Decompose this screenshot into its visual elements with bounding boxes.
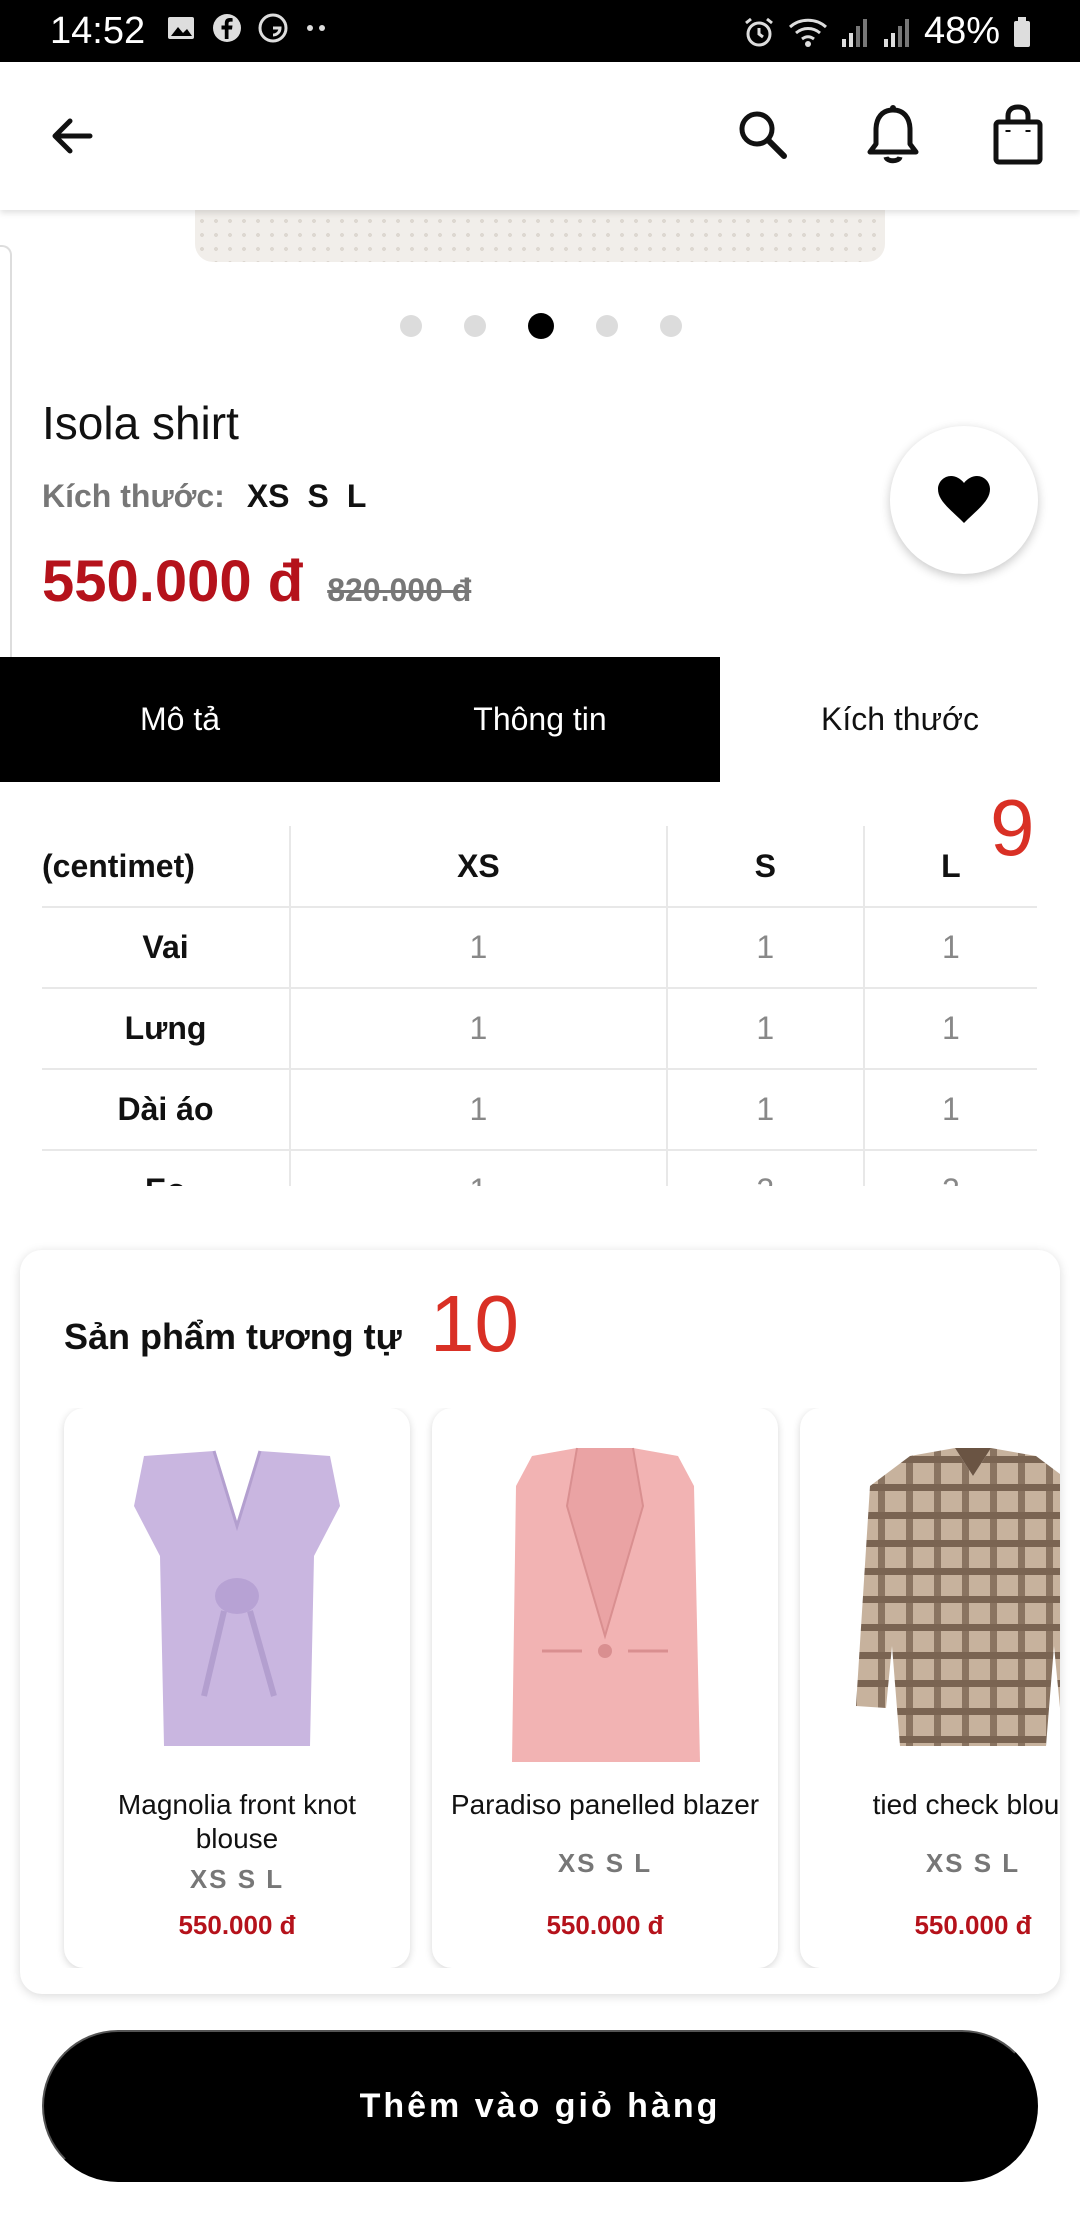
more-notifications-icon	[307, 25, 325, 31]
side-drawer-handle[interactable]	[0, 245, 12, 670]
product-thumbnail	[134, 1450, 340, 1746]
table-cell: 2	[665, 1150, 864, 1186]
tab-size[interactable]: Kích thước	[720, 657, 1080, 782]
product-card-price: 550.000 đ	[546, 1910, 664, 1940]
current-price: 550.000 đ	[42, 549, 304, 614]
unit-header: (centimet)	[42, 826, 290, 908]
product-card-sizes: XS S L	[189, 1864, 285, 1894]
table-row: Eo 1 2 2	[42, 1150, 1037, 1186]
facebook-notification-icon	[213, 14, 241, 42]
product-card-sizes: XS S L	[925, 1848, 1021, 1878]
gallery-dot-active[interactable]	[528, 313, 554, 339]
gallery-dot[interactable]	[464, 315, 486, 337]
shopping-bag-icon[interactable]	[988, 102, 1048, 168]
size-label: Kích thước:	[42, 478, 225, 514]
back-arrow-icon[interactable]	[42, 106, 102, 166]
alarm-icon	[745, 17, 773, 46]
gallery-pagination[interactable]	[400, 313, 682, 339]
gallery-dot[interactable]	[660, 315, 682, 337]
system-icons: 48%	[742, 10, 1032, 53]
similar-products-title: Sản phẩm tương tự	[64, 1316, 402, 1357]
table-cell: 1	[665, 1069, 864, 1151]
col-header-xs: XS	[289, 826, 667, 908]
grammarly-notification-icon	[258, 13, 288, 43]
size-table: (centimet) XS S L Vai 1 1 1 Lưng 1 1 1 D…	[42, 826, 1037, 1186]
tab-description[interactable]: Mô tả	[0, 657, 360, 782]
product-card-name: Magnolia front knot blouse	[117, 1789, 357, 1854]
status-bar: 14:52 48%	[0, 0, 1080, 62]
size-option-s[interactable]: S	[308, 478, 329, 515]
gallery-notification-icon	[168, 17, 194, 39]
product-card-name: Paradiso panelled blazer	[450, 1789, 760, 1820]
size-option-l[interactable]: L	[347, 478, 367, 515]
battery-icon	[1014, 16, 1030, 47]
status-time: 14:52	[50, 10, 146, 52]
product-thumbnail	[856, 1448, 1060, 1746]
product-card[interactable]: Magnolia front knot blouse XS S L 550.00…	[64, 1408, 410, 1968]
battery-percent: 48%	[923, 10, 1000, 52]
table-row: Dài áo 1 1 1	[42, 1069, 1037, 1151]
table-cell: 1	[862, 988, 1037, 1070]
annotation-number-10: 10	[430, 1279, 519, 1368]
similar-products-section: Sản phẩm tương tự Magnolia front knot bl…	[20, 1250, 1060, 1994]
bell-icon[interactable]	[862, 102, 924, 168]
table-cell: 1	[289, 907, 667, 989]
signal-icon	[841, 18, 867, 47]
product-thumbnail	[512, 1447, 700, 1762]
signal-2-icon	[883, 18, 909, 47]
row-label: Eo	[42, 1150, 290, 1186]
app-bar	[0, 62, 1080, 210]
table-cell: 1	[289, 988, 667, 1070]
product-card[interactable]: tied check blous XS S L 550.000 đ	[800, 1408, 1060, 1968]
table-cell: 1	[665, 907, 864, 989]
product-card-price: 550.000 đ	[914, 1910, 1032, 1940]
product-card-price: 550.000 đ	[178, 1910, 296, 1940]
product-card-sizes: XS S L	[557, 1848, 653, 1878]
gallery-dot[interactable]	[400, 315, 422, 337]
gallery-dot[interactable]	[596, 315, 618, 337]
similar-products-carousel[interactable]: Magnolia front knot blouse XS S L 550.00…	[44, 1408, 1060, 1968]
row-label: Vai	[42, 907, 290, 989]
heart-icon	[938, 476, 990, 523]
table-cell: 2	[862, 1150, 1037, 1186]
row-label: Lưng	[42, 988, 290, 1070]
product-title: Isola shirt	[42, 397, 239, 449]
tab-information[interactable]: Thông tin	[360, 657, 720, 782]
product-card-name: tied check blous	[872, 1789, 1060, 1820]
original-price: 820.000 đ	[327, 572, 472, 608]
col-header-s: S	[665, 826, 864, 908]
price-row: 550.000 đ 820.000 đ	[42, 548, 471, 615]
table-cell: 1	[665, 988, 864, 1070]
product-card[interactable]: Paradiso panelled blazer XS S L 550.000 …	[432, 1408, 778, 1968]
size-options: Kích thước: XS S L	[42, 478, 384, 515]
table-cell: 1	[289, 1150, 667, 1186]
size-option-xs[interactable]: XS	[247, 478, 290, 515]
row-label: Dài áo	[42, 1069, 290, 1151]
col-header-l: L	[862, 826, 1037, 908]
wifi-icon	[788, 18, 827, 47]
product-tabs: Mô tả Thông tin Kích thước	[0, 657, 1080, 782]
size-table-header: (centimet) XS S L	[42, 826, 1037, 908]
table-cell: 1	[289, 1069, 667, 1151]
notification-icons	[165, 12, 331, 44]
table-row: Vai 1 1 1	[42, 907, 1037, 989]
table-cell: 1	[862, 907, 1037, 989]
table-row: Lưng 1 1 1	[42, 988, 1037, 1070]
favorite-button[interactable]	[890, 426, 1038, 574]
add-to-cart-button[interactable]: Thêm vào giỏ hàng	[42, 2030, 1038, 2182]
search-icon[interactable]	[732, 104, 794, 166]
table-cell: 1	[862, 1069, 1037, 1151]
